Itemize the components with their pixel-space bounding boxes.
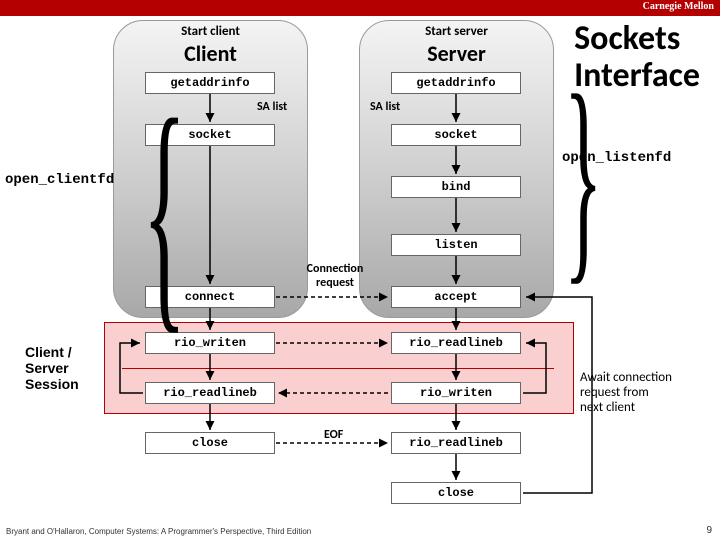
server-writen-box: rio_writen <box>391 382 521 404</box>
server-accept-box: accept <box>391 286 521 308</box>
server-close-box: close <box>391 482 521 504</box>
server-getaddrinfo-box: getaddrinfo <box>391 72 521 94</box>
session-label: Client / Server Session <box>25 344 105 392</box>
session-divider <box>122 368 554 369</box>
server-socket-box: socket <box>391 124 521 146</box>
await-label: Await connection request from next clien… <box>580 370 710 415</box>
connection-request-label: Connection request <box>295 262 375 290</box>
client-close-box: close <box>145 432 275 454</box>
eof-label: EOF <box>324 428 343 442</box>
connreq-l1: Connection <box>307 262 364 276</box>
server-start-label: Start server <box>359 24 554 39</box>
server-readlineb-box: rio_readlineb <box>391 332 521 354</box>
session-l3: Session <box>25 376 79 392</box>
client-title: Client <box>113 40 308 67</box>
server-bind-box: bind <box>391 176 521 198</box>
server-readlineb2-box: rio_readlineb <box>391 432 521 454</box>
client-start-label: Start client <box>113 24 308 39</box>
server-title: Server <box>359 40 554 67</box>
await-l1: Await connection <box>580 370 672 385</box>
session-l1: Client / <box>25 344 72 360</box>
session-l2: Server <box>25 360 69 376</box>
client-salist-label: SA list <box>257 100 287 114</box>
await-l2: request from <box>580 385 649 400</box>
server-salist-label: SA list <box>370 100 400 114</box>
server-listen-box: listen <box>391 234 521 256</box>
server-brace: } <box>564 95 603 256</box>
top-bar <box>0 0 720 16</box>
connreq-l2: request <box>316 276 354 290</box>
page-number: 9 <box>706 525 712 536</box>
client-readlineb-box: rio_readlineb <box>145 382 275 404</box>
await-l3: next client <box>580 400 635 415</box>
footer-text: Bryant and O'Hallaron, Computer Systems:… <box>6 527 311 536</box>
brand-label: Carnegie Mellon <box>643 1 714 12</box>
client-brace: { <box>143 120 187 302</box>
open-clientfd-label: open_clientfd <box>5 172 114 188</box>
